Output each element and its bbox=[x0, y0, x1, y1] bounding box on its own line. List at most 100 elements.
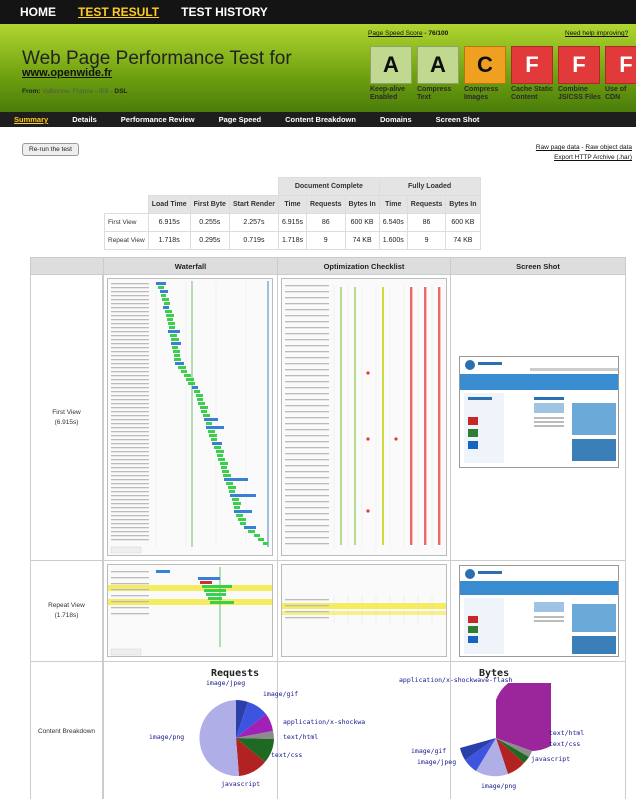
col-header-checklist: Optimization Checklist bbox=[278, 258, 451, 274]
grid-divider bbox=[31, 560, 625, 561]
bytes-label-html: text/html bbox=[549, 729, 585, 737]
bytes-slice-flash bbox=[496, 683, 551, 751]
bytes-label-flash: application/x-shockwave-flash bbox=[399, 676, 513, 684]
table-cell: 74 KB bbox=[344, 231, 380, 250]
first-view-text: First View bbox=[52, 408, 81, 416]
nav-test-result[interactable]: TEST RESULT bbox=[78, 5, 159, 19]
waterfall-chart bbox=[110, 281, 269, 554]
bytes-label-jpeg: image/jpeg bbox=[417, 758, 457, 766]
repeat-view-text: Repeat View bbox=[48, 602, 85, 609]
table-cell: 86 bbox=[305, 213, 346, 232]
tab-screen-shot[interactable]: Screen Shot bbox=[436, 115, 480, 124]
col-header-screenshot: Screen Shot bbox=[451, 258, 625, 274]
requests-pie-title: Requests bbox=[211, 668, 260, 679]
col-doc-requests: Requests bbox=[305, 195, 346, 214]
grade-keep-alive[interactable]: A bbox=[370, 46, 412, 84]
grade-combine-js-css[interactable]: F bbox=[558, 46, 600, 84]
grade-compress-text[interactable]: A bbox=[417, 46, 459, 84]
table-cell: 2.257s bbox=[228, 213, 279, 232]
repeat-view-checklist-thumbnail[interactable] bbox=[281, 564, 447, 657]
table-cell: 1.718s bbox=[277, 231, 307, 250]
col-start-render: Start Render bbox=[228, 195, 279, 214]
tab-content-breakdown[interactable]: Content Breakdown bbox=[285, 115, 356, 124]
connection-type: DSL bbox=[114, 88, 128, 95]
tab-summary[interactable]: Summary bbox=[14, 115, 48, 124]
grade-boxes: A A C F F F bbox=[370, 46, 636, 84]
requests-pie-chart bbox=[199, 700, 274, 777]
requests-label-jpeg: image/jpeg bbox=[206, 679, 246, 687]
result-grid: Waterfall Optimization Checklist Screen … bbox=[30, 257, 626, 799]
col-header-waterfall: Waterfall bbox=[104, 258, 278, 274]
table-cell: 0.255s bbox=[189, 213, 230, 232]
bytes-label-javascript: javascript bbox=[531, 755, 571, 763]
rerun-test-button[interactable]: Re-run the test bbox=[22, 143, 79, 156]
bytes-label-gif: image/gif bbox=[411, 747, 447, 755]
export-har-link[interactable]: Export HTTP Archive (.har) bbox=[554, 154, 632, 161]
content-breakdown-label: Content Breakdown bbox=[31, 662, 103, 799]
table-cell: 600 KB bbox=[344, 213, 380, 232]
repeat-view-waterfall-thumbnail[interactable] bbox=[107, 564, 273, 657]
grade-cache-static[interactable]: F bbox=[511, 46, 553, 84]
screenshot-preview bbox=[460, 357, 618, 463]
row-label: First View bbox=[104, 213, 149, 232]
first-view-checklist-thumbnail[interactable] bbox=[281, 278, 447, 556]
tab-performance-review[interactable]: Performance Review bbox=[121, 115, 195, 124]
tab-domains[interactable]: Domains bbox=[380, 115, 412, 124]
checklist-chart bbox=[285, 285, 441, 549]
table-cell: 6.915s bbox=[277, 213, 307, 232]
table-cell: 74 KB bbox=[445, 231, 481, 250]
bytes-pie-chart bbox=[460, 683, 551, 777]
page-speed-score: Page Speed Score - 76/100 bbox=[368, 30, 448, 37]
tab-details[interactable]: Details bbox=[72, 115, 97, 124]
table-blank bbox=[105, 178, 279, 196]
table-row: Repeat View 1.718s 0.295s 0.719s 1.718s … bbox=[104, 231, 481, 250]
first-view-waterfall-thumbnail[interactable] bbox=[107, 278, 273, 556]
first-view-time: (6.915s) bbox=[54, 418, 79, 426]
repeat-screenshot-preview bbox=[460, 569, 618, 654]
tested-url-link[interactable]: www.openwide.fr bbox=[22, 67, 112, 79]
table-cell: 600 KB bbox=[445, 213, 481, 232]
repeat-view-label: Repeat View (1.718s) bbox=[31, 561, 103, 661]
repeat-view-time: (1.718s) bbox=[54, 612, 79, 619]
grade-label-combine: Combine JS/CSS Files bbox=[558, 86, 601, 101]
col-full-requests: Requests bbox=[406, 195, 447, 214]
grade-label-compress-images: Compress Images bbox=[464, 86, 499, 101]
grade-compress-images[interactable]: C bbox=[464, 46, 506, 84]
requests-label-flash: application/x-shockwa bbox=[283, 718, 366, 726]
tab-page-speed[interactable]: Page Speed bbox=[219, 115, 262, 124]
first-view-screenshot[interactable] bbox=[459, 356, 619, 468]
grade-label-cdn: Use of CDN bbox=[605, 86, 627, 101]
table-cell: 9 bbox=[305, 231, 346, 250]
grade-cdn[interactable]: F bbox=[605, 46, 636, 84]
col-load-time: Load Time bbox=[147, 195, 191, 214]
header-fully-loaded: Fully Loaded bbox=[378, 177, 481, 196]
grid-divider bbox=[31, 661, 625, 662]
table-row: First View 6.915s 0.255s 2.257s 6.915s 8… bbox=[104, 213, 481, 232]
table-cell: 1.718s bbox=[147, 231, 191, 250]
requests-label-gif: image/gif bbox=[263, 690, 299, 698]
page-speed-score-link[interactable]: Page Speed Score bbox=[368, 30, 423, 37]
grade-label-compress-text: Compress Text bbox=[417, 86, 452, 101]
grid-divider bbox=[103, 258, 104, 799]
repeat-waterfall-chart bbox=[108, 567, 272, 656]
grade-label-cache-static: Cache Static Content bbox=[511, 86, 554, 101]
repeat-view-screenshot[interactable] bbox=[459, 565, 619, 657]
page-speed-score-value: - 76/100 bbox=[424, 30, 449, 37]
bytes-label-css: text/css bbox=[549, 740, 581, 748]
bytes-label-png: image/png bbox=[481, 782, 517, 790]
requests-slice-png bbox=[199, 700, 239, 777]
requests-label-png: image/png bbox=[149, 733, 185, 741]
from-location: Valbonne, France - IE8 - bbox=[42, 88, 113, 95]
requests-label-css: text/css bbox=[271, 751, 303, 759]
col-first-byte: First Byte bbox=[189, 195, 230, 214]
nav-test-history[interactable]: TEST HISTORY bbox=[181, 5, 268, 19]
nav-home[interactable]: HOME bbox=[20, 5, 56, 19]
raw-data-links: Raw page data - Raw object data Export H… bbox=[536, 143, 632, 163]
table-blank bbox=[105, 196, 149, 214]
table-cell: 1.600s bbox=[378, 231, 408, 250]
col-doc-time: Time bbox=[277, 195, 307, 214]
raw-page-data-link[interactable]: Raw page data bbox=[536, 144, 580, 151]
raw-object-data-link[interactable]: Raw object data bbox=[585, 144, 632, 151]
row-label: Repeat View bbox=[104, 231, 149, 250]
help-improving-link[interactable]: Need help improving? bbox=[565, 30, 628, 37]
